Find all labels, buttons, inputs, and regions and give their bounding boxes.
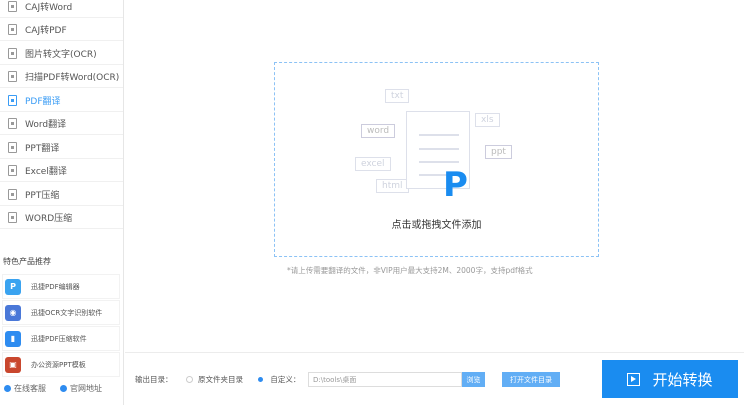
sidebar-item-label: PDF翻译 bbox=[25, 96, 61, 107]
file-drop-zone[interactable]: txt word xls ppt excel html P 点击或拖拽文件添加 bbox=[274, 62, 599, 257]
sidebar-item-caj-pdf[interactable]: CAJ转PDF bbox=[0, 18, 123, 41]
compress-icon: ▮ bbox=[5, 330, 21, 347]
link-label: 官网地址 bbox=[70, 384, 102, 393]
pdf-logo-icon: P bbox=[443, 165, 468, 205]
output-label: 输出目录： bbox=[135, 375, 173, 384]
sidebar-item-label: 扫描PDF转Word(OCR) bbox=[25, 72, 120, 83]
image-file-icon bbox=[8, 47, 17, 59]
output-path-input[interactable]: D:\tools\桌面 bbox=[308, 372, 462, 387]
browse-button[interactable]: 浏览 bbox=[462, 372, 485, 387]
tag-txt: txt bbox=[385, 89, 410, 103]
sidebar-item-label: 图片转文字(OCR) bbox=[25, 49, 97, 60]
product-label: 办公资源PPT模板 bbox=[31, 360, 86, 369]
radio-icon bbox=[186, 376, 193, 383]
sidebar-item-pdf-translate[interactable]: PDF翻译 bbox=[0, 89, 123, 112]
product-label: 迅捷OCR文字识别软件 bbox=[31, 308, 103, 317]
radio-source-folder[interactable]: 原文件夹目录 bbox=[186, 374, 243, 385]
sidebar-item-label: PPT压缩 bbox=[25, 190, 60, 201]
section-title: 特色产品推荐 bbox=[3, 257, 51, 266]
sidebar-item-image-ocr[interactable]: 图片转文字(OCR) bbox=[0, 42, 123, 65]
product-ppt-templates[interactable]: ▣ 办公资源PPT模板 bbox=[2, 352, 120, 377]
file-icon bbox=[8, 94, 17, 106]
browser-icon bbox=[60, 385, 67, 392]
file-icon bbox=[8, 0, 17, 12]
sidebar-item-excel-translate[interactable]: Excel翻译 bbox=[0, 159, 123, 182]
tag-ppt: ppt bbox=[485, 145, 512, 159]
start-convert-button[interactable]: 开始转换 bbox=[602, 360, 738, 398]
file-icon bbox=[8, 141, 17, 153]
radio-custom[interactable]: 自定义： bbox=[258, 374, 300, 385]
product-pdf-compress[interactable]: ▮ 迅捷PDF压缩软件 bbox=[2, 326, 120, 351]
sidebar-item-label: Word翻译 bbox=[25, 119, 67, 130]
file-icon bbox=[8, 211, 17, 223]
open-folder-button[interactable]: 打开文件目录 bbox=[502, 372, 560, 387]
sidebar-item-label: CAJ转Word bbox=[25, 2, 73, 13]
website-link[interactable]: 官网地址 bbox=[60, 383, 102, 394]
sidebar-item-ppt-compress[interactable]: PPT压缩 bbox=[0, 183, 123, 206]
sidebar-item-label: Excel翻译 bbox=[25, 166, 67, 177]
sidebar-item-scan-pdf-word[interactable]: 扫描PDF转Word(OCR) bbox=[0, 65, 123, 88]
product-pdf-editor[interactable]: P 迅捷PDF编辑器 bbox=[2, 274, 120, 299]
radio-label: 自定义： bbox=[270, 375, 301, 384]
sidebar-item-label: CAJ转PDF bbox=[25, 25, 67, 36]
file-icon bbox=[8, 188, 17, 200]
radio-label: 原文件夹目录 bbox=[198, 375, 243, 384]
upload-hint: *请上传需要翻译的文件，非VIP用户最大支持2M、2000字，支持pdf格式 bbox=[287, 266, 533, 275]
sidebar-item-caj-word[interactable]: CAJ转Word bbox=[0, 0, 123, 18]
pdf-editor-icon: P bbox=[5, 278, 21, 295]
play-icon bbox=[627, 372, 641, 386]
online-service-link[interactable]: 在线客服 bbox=[4, 383, 46, 394]
sidebar-item-word-compress[interactable]: WORD压缩 bbox=[0, 206, 123, 229]
file-icon bbox=[8, 23, 17, 35]
sidebar-item-ppt-translate[interactable]: PPT翻译 bbox=[0, 136, 123, 159]
file-icon bbox=[8, 70, 17, 82]
link-label: 在线客服 bbox=[14, 384, 46, 393]
file-icon bbox=[8, 117, 17, 129]
product-label: 迅捷PDF编辑器 bbox=[31, 282, 80, 291]
radio-checked-icon bbox=[258, 377, 263, 382]
ocr-icon: ◉ bbox=[5, 304, 21, 321]
tag-excel: excel bbox=[355, 157, 391, 171]
sidebar-item-label: WORD压缩 bbox=[25, 213, 73, 224]
tag-word: word bbox=[361, 124, 396, 138]
tag-xls: xls bbox=[475, 113, 500, 127]
drop-label: 点击或拖拽文件添加 bbox=[391, 220, 482, 231]
start-label: 开始转换 bbox=[652, 370, 713, 389]
tag-html: html bbox=[376, 179, 409, 193]
ppt-icon: ▣ bbox=[5, 356, 21, 373]
product-ocr[interactable]: ◉ 迅捷OCR文字识别软件 bbox=[2, 300, 120, 325]
product-label: 迅捷PDF压缩软件 bbox=[31, 334, 87, 343]
sidebar-item-word-translate[interactable]: Word翻译 bbox=[0, 112, 123, 135]
file-icon bbox=[8, 164, 17, 176]
user-icon bbox=[4, 385, 11, 392]
sidebar-item-label: PPT翻译 bbox=[25, 143, 60, 154]
sidebar: CAJ转Word CAJ转PDF 图片转文字(OCR) 扫描PDF转Word(O… bbox=[0, 0, 124, 405]
